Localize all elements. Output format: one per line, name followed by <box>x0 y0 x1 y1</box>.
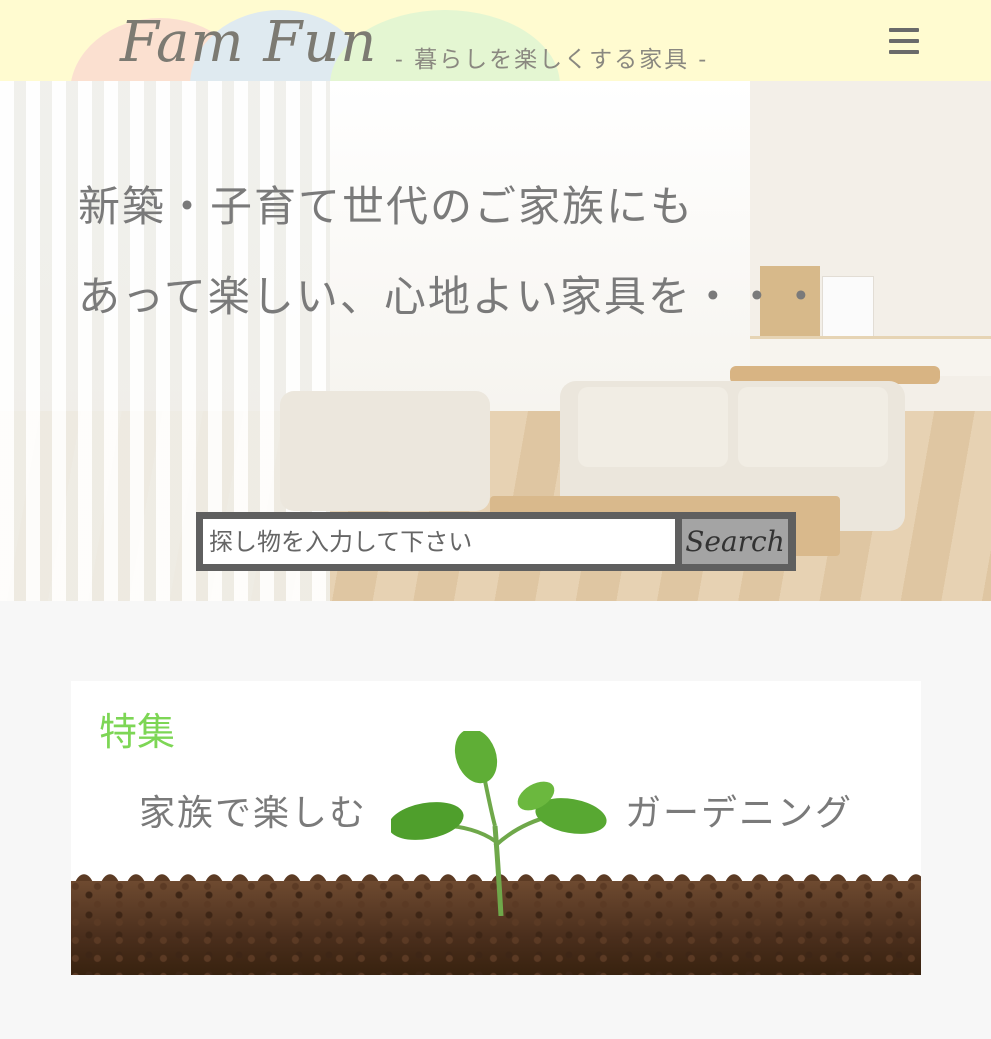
sprout-in-soil-image <box>391 731 607 916</box>
hero-banner: 新築・子育て世代のご家族にも あって楽しい、心地よい家具を・・・ Search <box>0 81 991 601</box>
feature-text-right: ガーデニング <box>625 793 854 834</box>
feature-title: 特集 <box>99 710 176 754</box>
site-header: Fam Fun - 暮らしを楽しくする家具 - <box>0 0 991 81</box>
hero-window <box>330 81 750 411</box>
feature-banner[interactable]: 特集 家族で楽しむ ガーデニング <box>71 681 921 975</box>
site-logo[interactable]: Fam Fun <box>120 10 377 75</box>
search-form: Search <box>196 512 796 571</box>
search-input[interactable] <box>203 519 675 564</box>
hero-armchair <box>280 391 490 511</box>
hero-headline-2: あって楽しい、心地よい家具を・・・ <box>78 272 824 321</box>
hamburger-menu-icon[interactable] <box>889 28 925 58</box>
hero-headline-1: 新築・子育て世代のご家族にも <box>78 182 695 231</box>
site-tagline: - 暮らしを楽しくする家具 - <box>395 47 709 73</box>
feature-text-left: 家族で楽しむ <box>139 793 368 834</box>
search-button[interactable]: Search <box>682 519 788 564</box>
